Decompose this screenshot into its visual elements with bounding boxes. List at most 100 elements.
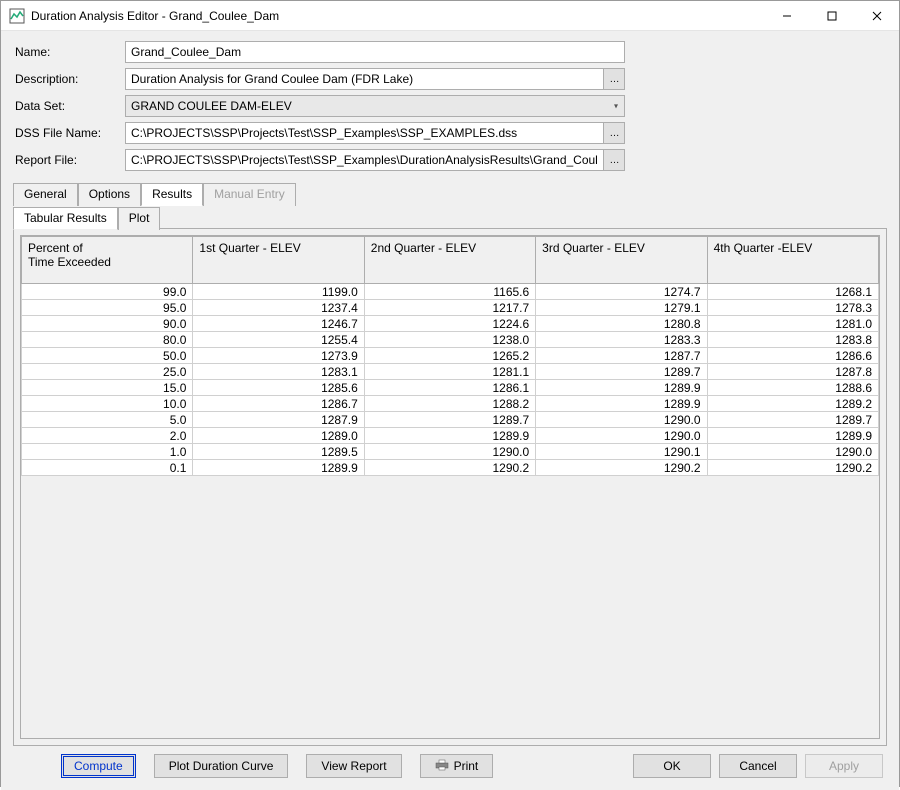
table-cell[interactable]: 25.0 (22, 364, 193, 380)
description-expand-button[interactable]: … (603, 68, 625, 90)
dssfile-browse-button[interactable]: … (603, 122, 625, 144)
table-cell[interactable]: 1287.9 (193, 412, 364, 428)
table-cell[interactable]: 0.1 (22, 460, 193, 476)
table-cell[interactable]: 90.0 (22, 316, 193, 332)
col-q3[interactable]: 3rd Quarter - ELEV (536, 237, 707, 284)
table-cell[interactable]: 1290.2 (364, 460, 535, 476)
table-cell[interactable]: 1290.0 (707, 444, 878, 460)
table-cell[interactable]: 15.0 (22, 380, 193, 396)
table-cell[interactable]: 1290.0 (536, 412, 707, 428)
print-button[interactable]: Print (420, 754, 494, 778)
subtab-plot[interactable]: Plot (118, 207, 161, 230)
table-cell[interactable]: 1217.7 (364, 300, 535, 316)
table-cell[interactable]: 1289.9 (536, 380, 707, 396)
tab-options[interactable]: Options (78, 183, 141, 206)
table-row[interactable]: 2.01289.01289.91290.01289.9 (22, 428, 879, 444)
table-cell[interactable]: 2.0 (22, 428, 193, 444)
table-cell[interactable]: 1289.9 (193, 460, 364, 476)
maximize-button[interactable] (809, 1, 854, 30)
col-q4[interactable]: 4th Quarter -ELEV (707, 237, 878, 284)
table-row[interactable]: 15.01285.61286.11289.91288.6 (22, 380, 879, 396)
table-cell[interactable]: 1238.0 (364, 332, 535, 348)
table-cell[interactable]: 1288.2 (364, 396, 535, 412)
col-q1[interactable]: 1st Quarter - ELEV (193, 237, 364, 284)
table-cell[interactable]: 1289.7 (364, 412, 535, 428)
table-cell[interactable]: 1290.1 (536, 444, 707, 460)
table-row[interactable]: 0.11289.91290.21290.21290.2 (22, 460, 879, 476)
plot-duration-curve-button[interactable]: Plot Duration Curve (154, 754, 289, 778)
table-cell[interactable]: 1285.6 (193, 380, 364, 396)
table-cell[interactable]: 5.0 (22, 412, 193, 428)
table-row[interactable]: 1.01289.51290.01290.11290.0 (22, 444, 879, 460)
table-cell[interactable]: 1268.1 (707, 284, 878, 300)
table-row[interactable]: 99.01199.01165.61274.71268.1 (22, 284, 879, 300)
table-row[interactable]: 25.01283.11281.11289.71287.8 (22, 364, 879, 380)
dataset-select[interactable]: GRAND COULEE DAM-ELEV ▾ (125, 95, 625, 117)
table-row[interactable]: 90.01246.71224.61280.81281.0 (22, 316, 879, 332)
minimize-button[interactable] (764, 1, 809, 30)
cancel-button[interactable]: Cancel (719, 754, 797, 778)
table-row[interactable]: 80.01255.41238.01283.31283.8 (22, 332, 879, 348)
dssfile-input[interactable] (125, 122, 604, 144)
table-cell[interactable]: 1289.9 (707, 428, 878, 444)
table-cell[interactable]: 1283.1 (193, 364, 364, 380)
table-cell[interactable]: 1279.1 (536, 300, 707, 316)
description-input[interactable] (125, 68, 604, 90)
table-cell[interactable]: 1289.5 (193, 444, 364, 460)
subtab-tabular[interactable]: Tabular Results (13, 207, 118, 230)
table-cell[interactable]: 1246.7 (193, 316, 364, 332)
table-cell[interactable]: 1289.7 (707, 412, 878, 428)
table-cell[interactable]: 1289.2 (707, 396, 878, 412)
table-cell[interactable]: 1289.0 (193, 428, 364, 444)
reportfile-input[interactable] (125, 149, 604, 171)
table-cell[interactable]: 1281.1 (364, 364, 535, 380)
table-cell[interactable]: 1273.9 (193, 348, 364, 364)
table-row[interactable]: 5.01287.91289.71290.01289.7 (22, 412, 879, 428)
table-cell[interactable]: 1288.6 (707, 380, 878, 396)
table-cell[interactable]: 1287.8 (707, 364, 878, 380)
view-report-button[interactable]: View Report (306, 754, 401, 778)
table-cell[interactable]: 1265.2 (364, 348, 535, 364)
table-cell[interactable]: 1289.9 (364, 428, 535, 444)
table-cell[interactable]: 1290.0 (364, 444, 535, 460)
table-cell[interactable]: 80.0 (22, 332, 193, 348)
table-cell[interactable]: 1283.3 (536, 332, 707, 348)
table-cell[interactable]: 1165.6 (364, 284, 535, 300)
table-cell[interactable]: 1274.7 (536, 284, 707, 300)
table-cell[interactable]: 1237.4 (193, 300, 364, 316)
table-cell[interactable]: 99.0 (22, 284, 193, 300)
table-row[interactable]: 95.01237.41217.71279.11278.3 (22, 300, 879, 316)
table-cell[interactable]: 1287.7 (536, 348, 707, 364)
tab-results[interactable]: Results (141, 183, 203, 206)
table-row[interactable]: 10.01286.71288.21289.91289.2 (22, 396, 879, 412)
tab-general[interactable]: General (13, 183, 78, 206)
tab-manual-entry: Manual Entry (203, 183, 296, 206)
name-input[interactable] (125, 41, 625, 63)
close-button[interactable] (854, 1, 899, 30)
table-cell[interactable]: 1286.1 (364, 380, 535, 396)
table-cell[interactable]: 1286.7 (193, 396, 364, 412)
table-cell[interactable]: 95.0 (22, 300, 193, 316)
table-cell[interactable]: 1290.0 (536, 428, 707, 444)
col-q2[interactable]: 2nd Quarter - ELEV (364, 237, 535, 284)
table-cell[interactable]: 10.0 (22, 396, 193, 412)
table-cell[interactable]: 1290.2 (707, 460, 878, 476)
table-cell[interactable]: 1289.7 (536, 364, 707, 380)
table-cell[interactable]: 1289.9 (536, 396, 707, 412)
table-cell[interactable]: 1.0 (22, 444, 193, 460)
table-cell[interactable]: 1278.3 (707, 300, 878, 316)
table-cell[interactable]: 50.0 (22, 348, 193, 364)
col-percent[interactable]: Percent of Time Exceeded (22, 237, 193, 284)
table-cell[interactable]: 1286.6 (707, 348, 878, 364)
compute-button[interactable]: Compute (61, 754, 136, 778)
ok-button[interactable]: OK (633, 754, 711, 778)
reportfile-browse-button[interactable]: … (603, 149, 625, 171)
table-row[interactable]: 50.01273.91265.21287.71286.6 (22, 348, 879, 364)
table-cell[interactable]: 1280.8 (536, 316, 707, 332)
table-cell[interactable]: 1290.2 (536, 460, 707, 476)
table-cell[interactable]: 1255.4 (193, 332, 364, 348)
table-cell[interactable]: 1281.0 (707, 316, 878, 332)
table-cell[interactable]: 1283.8 (707, 332, 878, 348)
table-cell[interactable]: 1224.6 (364, 316, 535, 332)
table-cell[interactable]: 1199.0 (193, 284, 364, 300)
